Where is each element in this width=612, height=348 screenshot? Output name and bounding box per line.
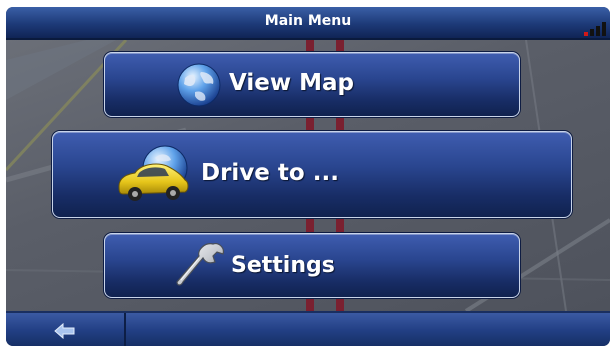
view-map-button[interactable]: View Map — [104, 52, 520, 117]
bottom-bar — [6, 311, 610, 346]
window-title: Main Menu — [264, 13, 352, 29]
drive-to-label: Drive to ... — [201, 160, 339, 186]
back-button[interactable] — [6, 313, 126, 346]
signal-bar — [590, 29, 594, 36]
drive-to-button[interactable]: Drive to ... — [52, 131, 572, 218]
settings-button[interactable]: Settings — [104, 233, 520, 298]
settings-label: Settings — [231, 253, 335, 278]
back-arrow-icon — [54, 323, 75, 339]
signal-strength-icon — [584, 22, 606, 36]
title-bar: Main Menu — [6, 7, 610, 40]
wrench-icon — [176, 243, 224, 286]
signal-bar — [584, 32, 588, 36]
view-map-label: View Map — [229, 70, 355, 96]
signal-bar — [602, 22, 606, 36]
signal-bar — [596, 26, 600, 36]
globe-icon — [177, 63, 221, 107]
car-icon — [118, 145, 189, 201]
navigation-screen: Main Menu View Map Drive to ... Settings — [6, 7, 610, 346]
